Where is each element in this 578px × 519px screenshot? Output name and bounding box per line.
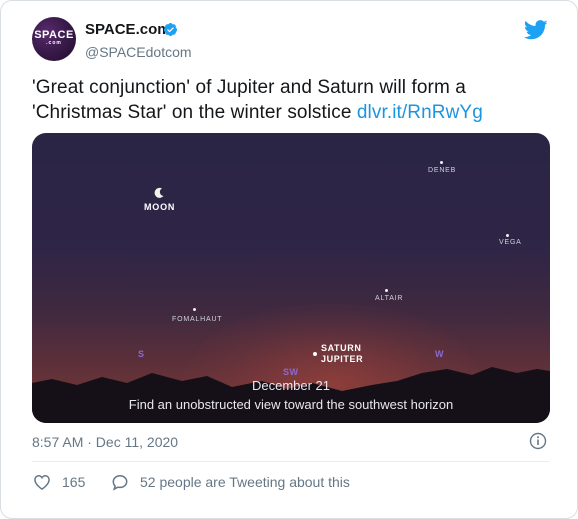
star-vega [506, 234, 509, 237]
tweet-text: 'Great conjunction' of Jupiter and Satur… [32, 75, 552, 125]
caption-date: December 21 [251, 378, 331, 393]
account-handle[interactable]: @SPACEdotcom [85, 44, 192, 60]
label-altair: ALTAIR [375, 295, 404, 302]
like-count: 165 [62, 474, 86, 490]
label-vega: VEGA [499, 239, 522, 246]
conversation-text: 52 people are Tweeting about this [140, 474, 350, 490]
star-deneb [440, 161, 443, 164]
star-fomalhaut [193, 308, 196, 311]
star-altair [385, 289, 388, 292]
tweet-card[interactable]: SPACE .com SPACE.com @SPACEdotcom 'Great… [0, 0, 578, 519]
moon-icon [154, 187, 164, 198]
avatar[interactable]: SPACE .com [32, 17, 76, 61]
twitter-bird-icon[interactable] [524, 20, 548, 40]
verified-badge-icon [163, 22, 178, 37]
heart-icon [34, 474, 50, 490]
divider [32, 461, 549, 462]
speech-bubble-icon [112, 474, 128, 491]
conversation-button[interactable]: 52 people are Tweeting about this [110, 472, 350, 492]
label-fomalhaut: FOMALHAUT [172, 316, 223, 323]
label-deneb: DENEB [428, 167, 457, 174]
account-name[interactable]: SPACE.com [85, 21, 171, 38]
tweet-media-image[interactable]: DENEB VEGA ALTAIR FOMALHAUT MOON SATURN … [32, 133, 550, 423]
tweet-timestamp[interactable]: 8:57 AM · Dec 11, 2020 [32, 434, 178, 450]
tweet-link[interactable]: dlvr.it/RnRwYg [357, 102, 483, 123]
info-icon[interactable] [529, 432, 547, 450]
label-moon: MOON [144, 202, 176, 212]
like-button[interactable]: 165 [32, 472, 85, 492]
caption-text: Find an unobstructed view toward the sou… [128, 397, 454, 412]
avatar-logo: SPACE .com [34, 29, 74, 46]
